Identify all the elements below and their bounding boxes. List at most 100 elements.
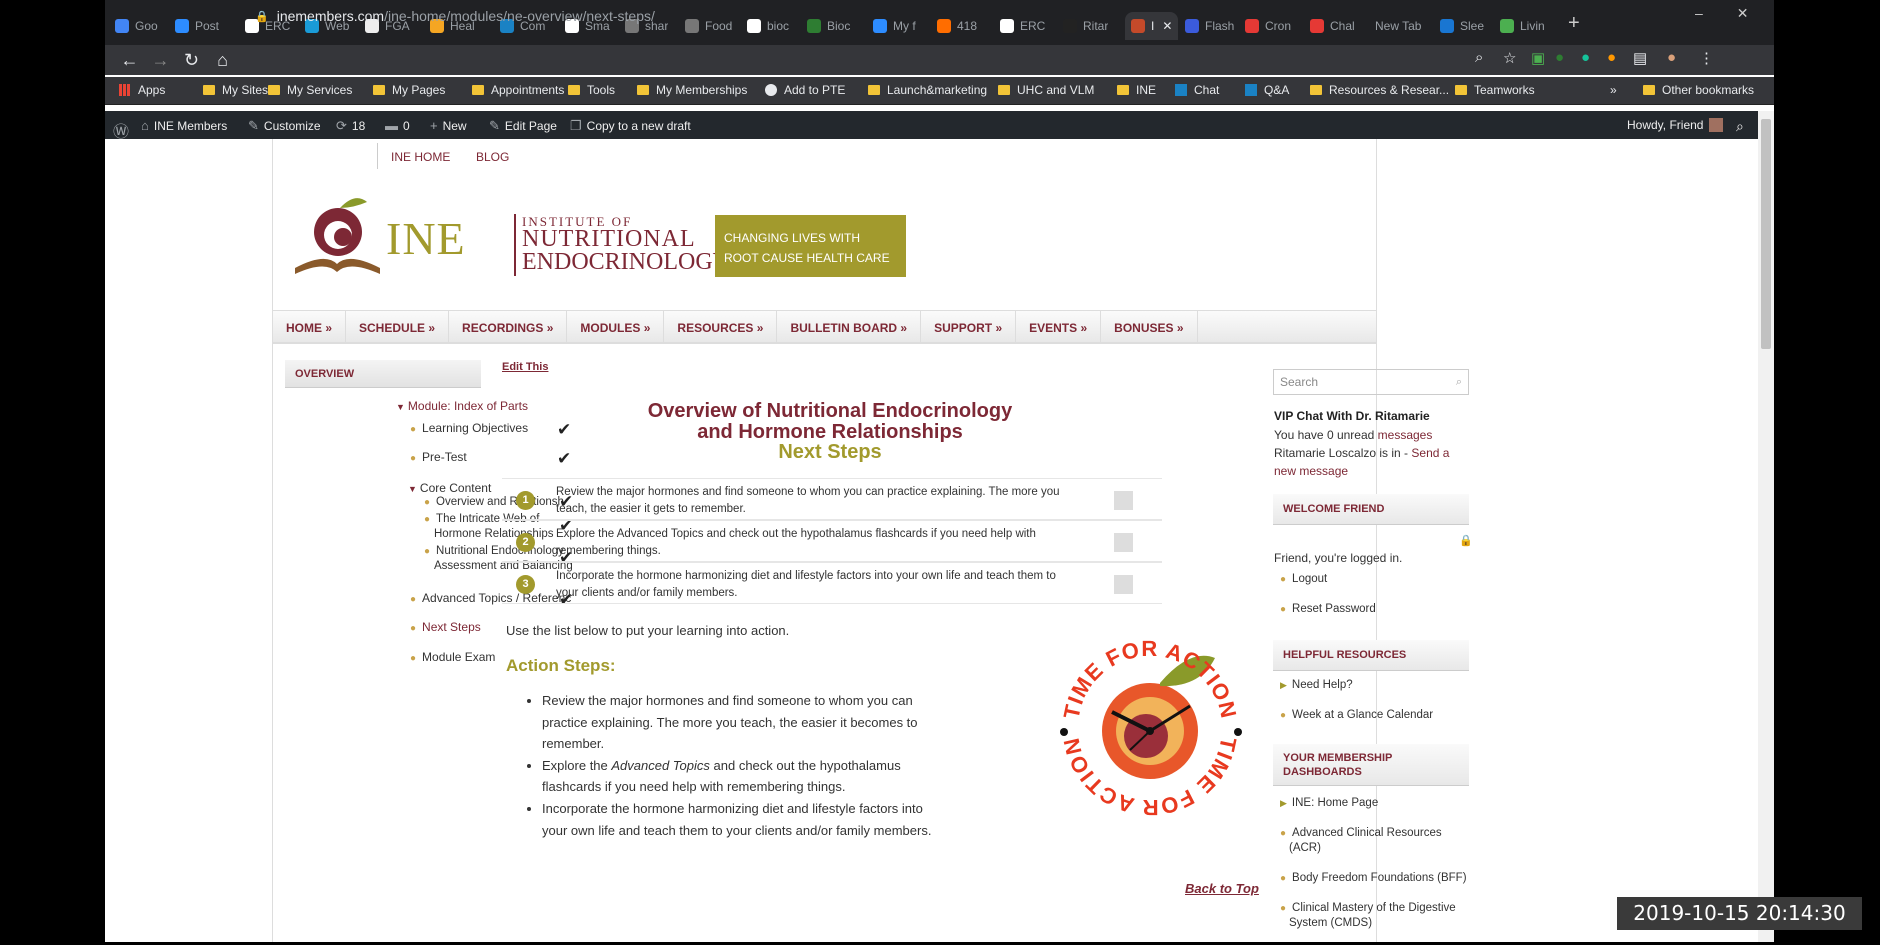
- bookmark-item[interactable]: UHC and VLM: [998, 83, 1094, 97]
- wp-copy-draft[interactable]: ❐ Copy to a new draft: [570, 118, 691, 134]
- step-number: 2: [516, 533, 535, 552]
- reset-password-link[interactable]: ● Reset Password: [1280, 602, 1376, 617]
- nav-item[interactable]: RECORDINGS »: [449, 311, 568, 342]
- nav-item[interactable]: SCHEDULE »: [346, 311, 450, 342]
- send-message-link-2[interactable]: new message: [1274, 462, 1348, 480]
- bookmark-item[interactable]: Q&A: [1245, 83, 1289, 97]
- dashboard-acr-2[interactable]: (ACR): [1289, 841, 1321, 856]
- extension-icon-3[interactable]: ▤: [1633, 49, 1647, 67]
- blog-link[interactable]: BLOG: [476, 150, 509, 164]
- step-text: Explore the Advanced Topics and check ou…: [556, 528, 1036, 557]
- bookmark-item[interactable]: Teamworks: [1455, 83, 1535, 97]
- wp-search-icon[interactable]: ⌕: [1736, 118, 1744, 135]
- wp-updates[interactable]: ⟳ 18: [336, 118, 365, 134]
- home-icon[interactable]: ⌂: [207, 50, 238, 71]
- dashboard-cmds-2[interactable]: System (CMDS): [1289, 916, 1372, 931]
- reload-icon[interactable]: ↻: [176, 50, 207, 71]
- triangle-right-icon: ▶: [1280, 680, 1287, 690]
- wp-edit-page[interactable]: ✎ Edit Page: [489, 118, 557, 134]
- bookmark-label: Chat: [1194, 83, 1220, 97]
- back-icon[interactable]: ←: [114, 50, 145, 71]
- tab[interactable]: Post: [175, 15, 219, 37]
- bookmark-item[interactable]: Apps: [119, 83, 165, 97]
- scrollbar[interactable]: [1758, 111, 1774, 942]
- minimize-icon[interactable]: –: [1695, 5, 1703, 22]
- brush-icon: ✎: [248, 118, 259, 133]
- nav-item[interactable]: EVENTS »: [1016, 311, 1102, 342]
- tab[interactable]: Goo: [115, 15, 158, 37]
- bookmark-item[interactable]: Tools: [568, 83, 615, 97]
- dashboard-bff[interactable]: ● Body Freedom Foundations (BFF): [1280, 871, 1467, 886]
- bookmark-item[interactable]: Resources & Resear...: [1310, 83, 1449, 97]
- nav-item[interactable]: BONUSES »: [1101, 311, 1198, 342]
- star-icon[interactable]: ☆: [1503, 49, 1516, 67]
- sidebar-item-core-content[interactable]: ▼ Core Content: [408, 481, 491, 495]
- avatar: [1709, 118, 1724, 132]
- wp-new[interactable]: + New: [430, 118, 467, 133]
- bookmark-item[interactable]: Other bookmarks: [1643, 83, 1754, 97]
- send-message-link[interactable]: Send a: [1411, 446, 1449, 460]
- profile-avatar[interactable]: ●: [1667, 49, 1676, 66]
- wp-comments[interactable]: ▬ 0: [385, 118, 410, 133]
- evernote-icon[interactable]: ●: [1555, 49, 1564, 66]
- wp-howdy[interactable]: Howdy, Friend: [1627, 118, 1724, 132]
- bookmark-item[interactable]: My Services: [268, 83, 352, 97]
- dashboard-acr[interactable]: ● Advanced Clinical Resources: [1280, 826, 1442, 841]
- bookmark-item[interactable]: My Pages: [373, 83, 445, 97]
- bookmark-item[interactable]: My Memberships: [637, 83, 747, 97]
- nav-item[interactable]: BULLETIN BOARD »: [777, 311, 922, 342]
- messages-link[interactable]: messages: [1378, 428, 1433, 442]
- nav-item[interactable]: RESOURCES »: [664, 311, 778, 342]
- step-checkbox[interactable]: [1114, 575, 1133, 594]
- wp-customize[interactable]: ✎ Customize: [248, 118, 321, 134]
- menu-icon[interactable]: ⋮: [1699, 49, 1714, 67]
- step-checkbox[interactable]: [1114, 533, 1133, 552]
- logout-link[interactable]: ● Logout: [1280, 572, 1327, 587]
- search-input[interactable]: Search ⌕: [1273, 369, 1469, 395]
- extension-icon-2[interactable]: ●: [1607, 49, 1616, 66]
- forward-icon[interactable]: →: [145, 50, 176, 71]
- grammarly-icon[interactable]: ●: [1581, 49, 1590, 66]
- page-title: Overview of Nutritional Endocrinology: [647, 400, 1013, 422]
- bookmark-item[interactable]: Appointments: [472, 83, 564, 97]
- bookmark-label: Tools: [587, 83, 616, 97]
- step-number: 1: [516, 491, 535, 510]
- bookmark-item[interactable]: »: [1610, 83, 1617, 97]
- address-bar[interactable]: 🔒 inemembers.com/ine-home/modules/ne-ove…: [255, 4, 1675, 28]
- week-calendar-link[interactable]: ● Week at a Glance Calendar: [1280, 708, 1433, 723]
- edit-this-link[interactable]: Edit This: [502, 361, 548, 373]
- back-to-top-link[interactable]: Back to Top: [1185, 881, 1259, 896]
- folder-icon: [998, 85, 1010, 95]
- list-item: Incorporate the hormone harmonizing diet…: [542, 798, 937, 841]
- close-window-icon[interactable]: ✕: [1737, 5, 1749, 22]
- nav-item[interactable]: HOME »: [273, 311, 347, 342]
- dashboard-ine-home[interactable]: ▶ INE: Home Page: [1280, 796, 1378, 811]
- sidebar-item-pretest[interactable]: ● Pre-Test: [410, 450, 467, 464]
- sidebar-item-next-steps[interactable]: ● Next Steps: [410, 620, 481, 634]
- sidebar-item-module-exam[interactable]: ● Module Exam: [410, 650, 495, 664]
- bookmark-item[interactable]: My Sites: [203, 83, 268, 97]
- bookmark-item[interactable]: Chat: [1175, 83, 1219, 97]
- bookmark-label: My Sites: [222, 83, 269, 97]
- nav-item[interactable]: MODULES »: [567, 311, 665, 342]
- wp-site-link[interactable]: ⌂ INE Members: [141, 118, 227, 133]
- nav-item[interactable]: SUPPORT »: [921, 311, 1017, 342]
- url-path: /ine-home/modules/ne-overview/next-steps…: [384, 8, 655, 24]
- ine-home-link[interactable]: INE HOME: [391, 150, 450, 164]
- zoom-icon[interactable]: ⌕: [1475, 49, 1483, 66]
- need-help-link[interactable]: ▶ Need Help?: [1280, 678, 1353, 693]
- dashboard-cmds[interactable]: ● Clinical Mastery of the Digestive: [1280, 901, 1456, 916]
- search-icon[interactable]: ⌕: [1456, 370, 1462, 394]
- lock-icon: 🔒: [255, 10, 269, 23]
- bookmark-item[interactable]: INE: [1117, 83, 1156, 97]
- updates-icon: ⟳: [336, 118, 347, 133]
- bookmark-item[interactable]: Add to PTE: [765, 83, 845, 97]
- extension-icon[interactable]: ▣: [1531, 49, 1545, 67]
- folder-icon: [373, 85, 385, 95]
- scrollbar-thumb[interactable]: [1761, 119, 1771, 349]
- step-checkbox[interactable]: [1114, 491, 1133, 510]
- logged-in-text: Friend, you're logged in.: [1274, 551, 1403, 565]
- bookmark-item[interactable]: Launch&marketing: [868, 83, 987, 97]
- home-icon: ⌂: [141, 118, 149, 133]
- favicon-icon: [175, 19, 189, 33]
